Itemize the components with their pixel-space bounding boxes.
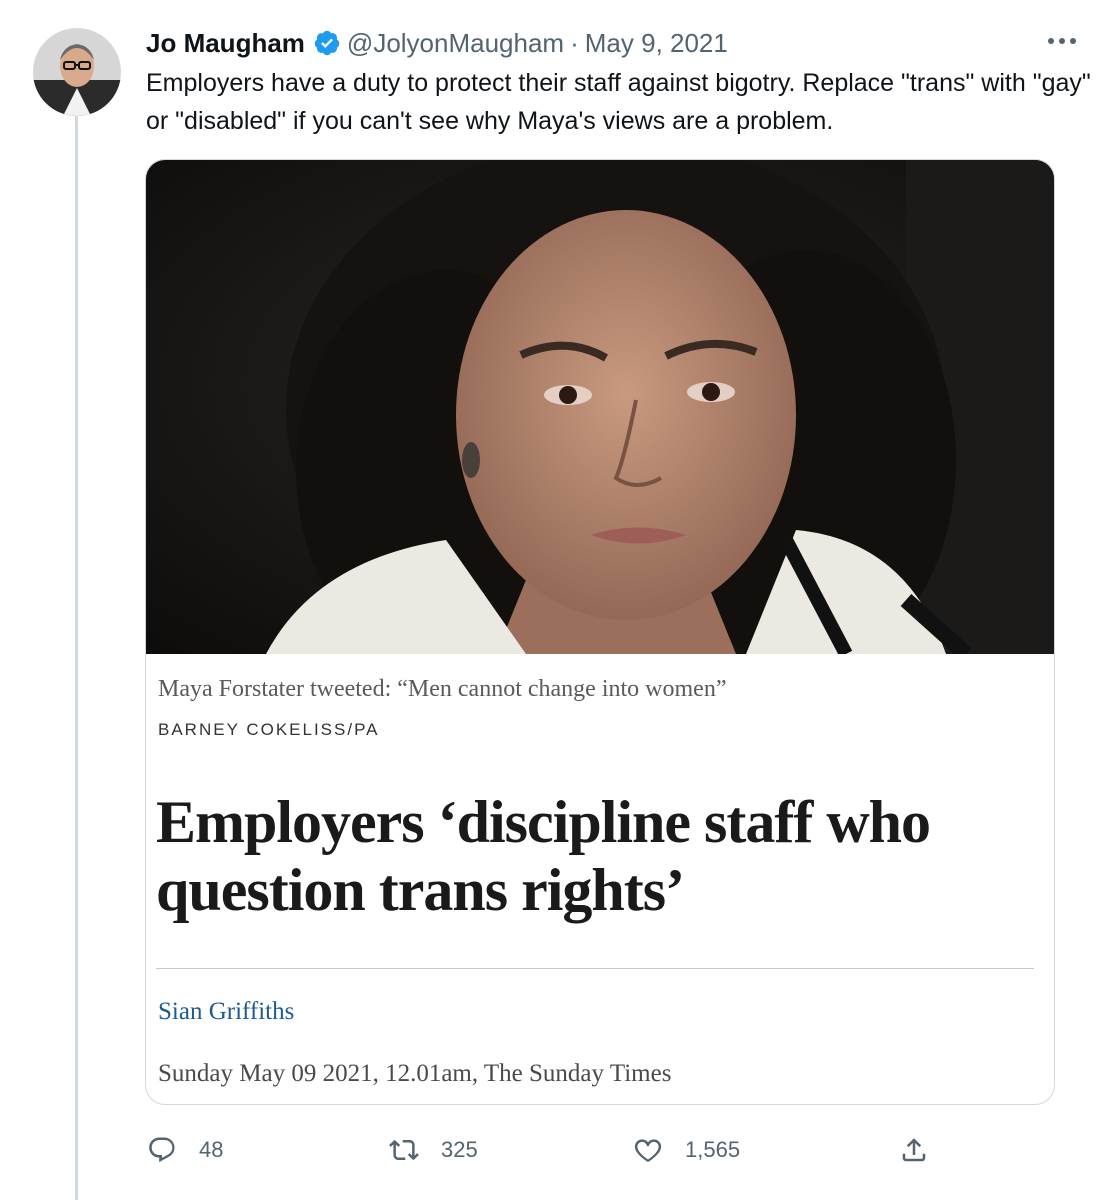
article-dateline: Sunday May 09 2021, 12.01am, The Sunday … [158,1060,672,1087]
like-button[interactable]: 1,565 [633,1128,740,1172]
reply-button[interactable]: 48 [147,1128,223,1172]
photo-credit: BARNEY COKELISS/PA [158,720,380,739]
tweet-header: Jo Maugham @JolyonMaugham · May 9, 2021 [146,26,728,60]
like-count: 1,565 [685,1137,741,1162]
retweet-button[interactable]: 325 [389,1128,478,1172]
avatar[interactable] [33,28,121,116]
tweet-actions: 48 325 1,565 [145,1128,945,1172]
article-headline: Employers ‘discipline staff who question… [156,789,931,923]
article-card[interactable]: Maya Forstater tweeted: “Men cannot chan… [145,159,1055,1105]
article-photo [146,160,1054,654]
author-handle[interactable]: @JolyonMaugham [347,28,564,59]
share-icon [902,1138,926,1162]
retweet-icon [389,1139,419,1161]
tweet-text: Employers have a duty to protect their s… [146,69,1091,135]
more-options-icon[interactable] [1044,28,1080,54]
thread-line [75,115,78,1200]
tweet: Jo Maugham @JolyonMaugham · May 9, 2021 … [0,0,1109,1200]
article-byline[interactable]: Sian Griffiths [158,998,294,1026]
reply-count: 48 [199,1137,224,1162]
share-button[interactable] [899,1128,951,1172]
verified-badge-icon [313,29,341,57]
divider [156,968,1034,969]
retweet-count: 325 [441,1137,478,1162]
tweet-date[interactable]: May 9, 2021 [585,28,728,59]
separator-dot: · [570,27,579,58]
photo-caption: Maya Forstater tweeted: “Men cannot chan… [158,676,727,702]
heart-icon [634,1139,662,1163]
author-name[interactable]: Jo Maugham [146,28,305,59]
reply-icon [149,1137,175,1163]
